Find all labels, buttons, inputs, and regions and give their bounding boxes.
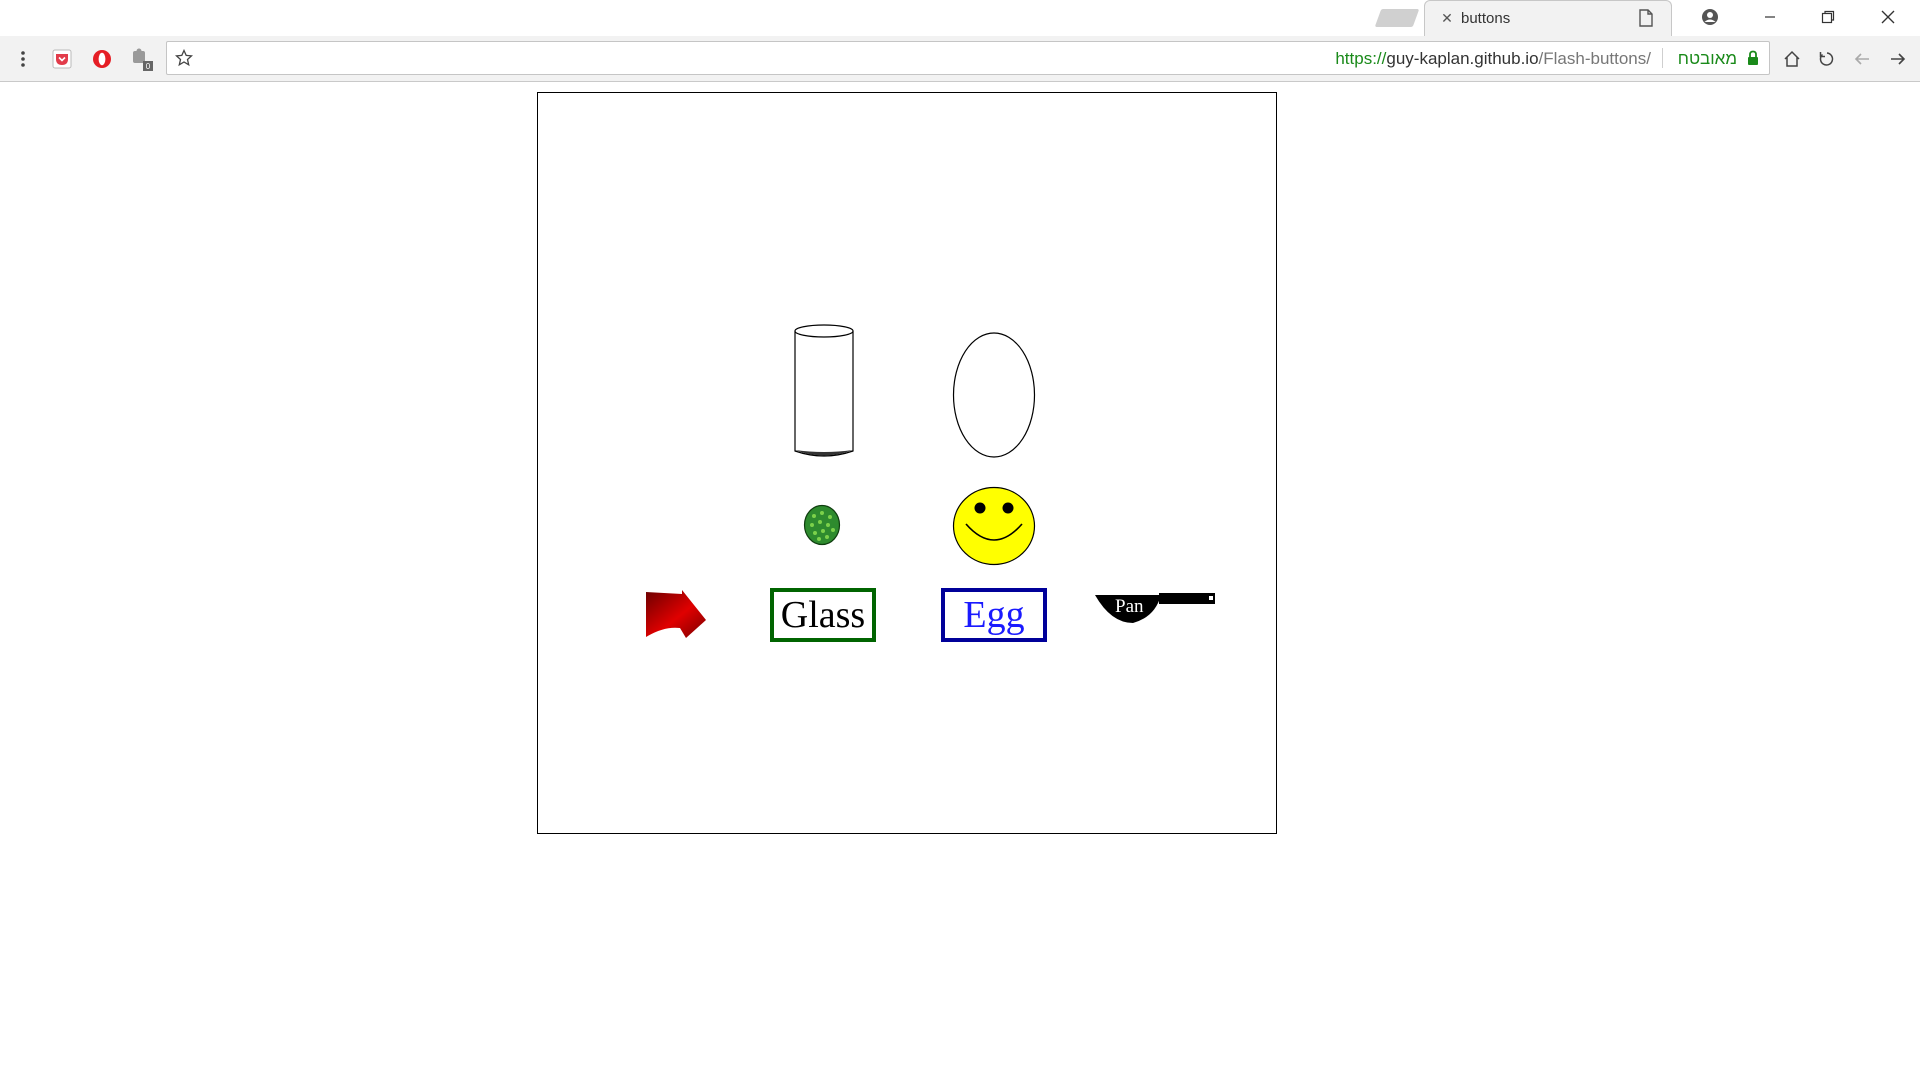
opera-extension-icon[interactable]: [89, 46, 115, 72]
glass-button[interactable]: Glass: [770, 588, 876, 642]
title-bar: ✕ buttons: [0, 0, 1920, 36]
tab-close-icon[interactable]: ✕: [1439, 10, 1455, 26]
egg-button[interactable]: Egg: [941, 588, 1047, 642]
tab-title: buttons: [1461, 10, 1511, 27]
new-tab-button[interactable]: [1374, 9, 1420, 27]
pocket-extension-icon[interactable]: [49, 46, 75, 72]
egg-shape[interactable]: [952, 331, 1036, 459]
url-scheme: https://: [1335, 49, 1387, 68]
flash-stage: Glass Egg Pan: [537, 92, 1277, 834]
red-arrow-icon[interactable]: [644, 590, 708, 640]
lock-icon[interactable]: [1747, 50, 1759, 71]
url-divider: [1662, 48, 1663, 68]
glass-shape[interactable]: [793, 323, 855, 459]
home-icon[interactable]: [1779, 46, 1805, 72]
minimize-icon[interactable]: [1742, 0, 1798, 34]
pan-label: Pan: [1115, 596, 1144, 617]
close-window-icon[interactable]: [1860, 0, 1916, 34]
tab-buttons[interactable]: ✕ buttons: [1424, 0, 1672, 36]
restore-icon[interactable]: [1800, 0, 1856, 34]
security-label[interactable]: מאובטח: [1678, 49, 1737, 69]
url-path: /Flash-buttons/: [1538, 49, 1651, 68]
pan-button[interactable]: Pan: [1095, 590, 1215, 624]
reload-icon[interactable]: [1814, 46, 1840, 72]
svg-text:0: 0: [146, 62, 151, 71]
extension-puzzle-icon[interactable]: 0: [129, 46, 155, 72]
bookmark-star-icon[interactable]: [171, 45, 197, 71]
profile-icon[interactable]: [1682, 0, 1738, 34]
smiley-face-icon[interactable]: [952, 486, 1036, 566]
forward-arrow-icon[interactable]: [1885, 46, 1911, 72]
menu-icon[interactable]: [10, 46, 36, 72]
address-bar[interactable]: https://guy-kaplan.github.io/Flash-butto…: [166, 41, 1770, 75]
browser-toolbar: 0 https://guy-kaplan.github.io/Flash-but…: [0, 36, 1920, 82]
page-icon: [1639, 9, 1653, 32]
back-arrow-icon[interactable]: [1849, 46, 1875, 72]
url-host: guy-kaplan.github.io: [1386, 49, 1539, 68]
pea-icon[interactable]: [803, 504, 841, 546]
url-text[interactable]: https://guy-kaplan.github.io/Flash-butto…: [1335, 49, 1651, 69]
